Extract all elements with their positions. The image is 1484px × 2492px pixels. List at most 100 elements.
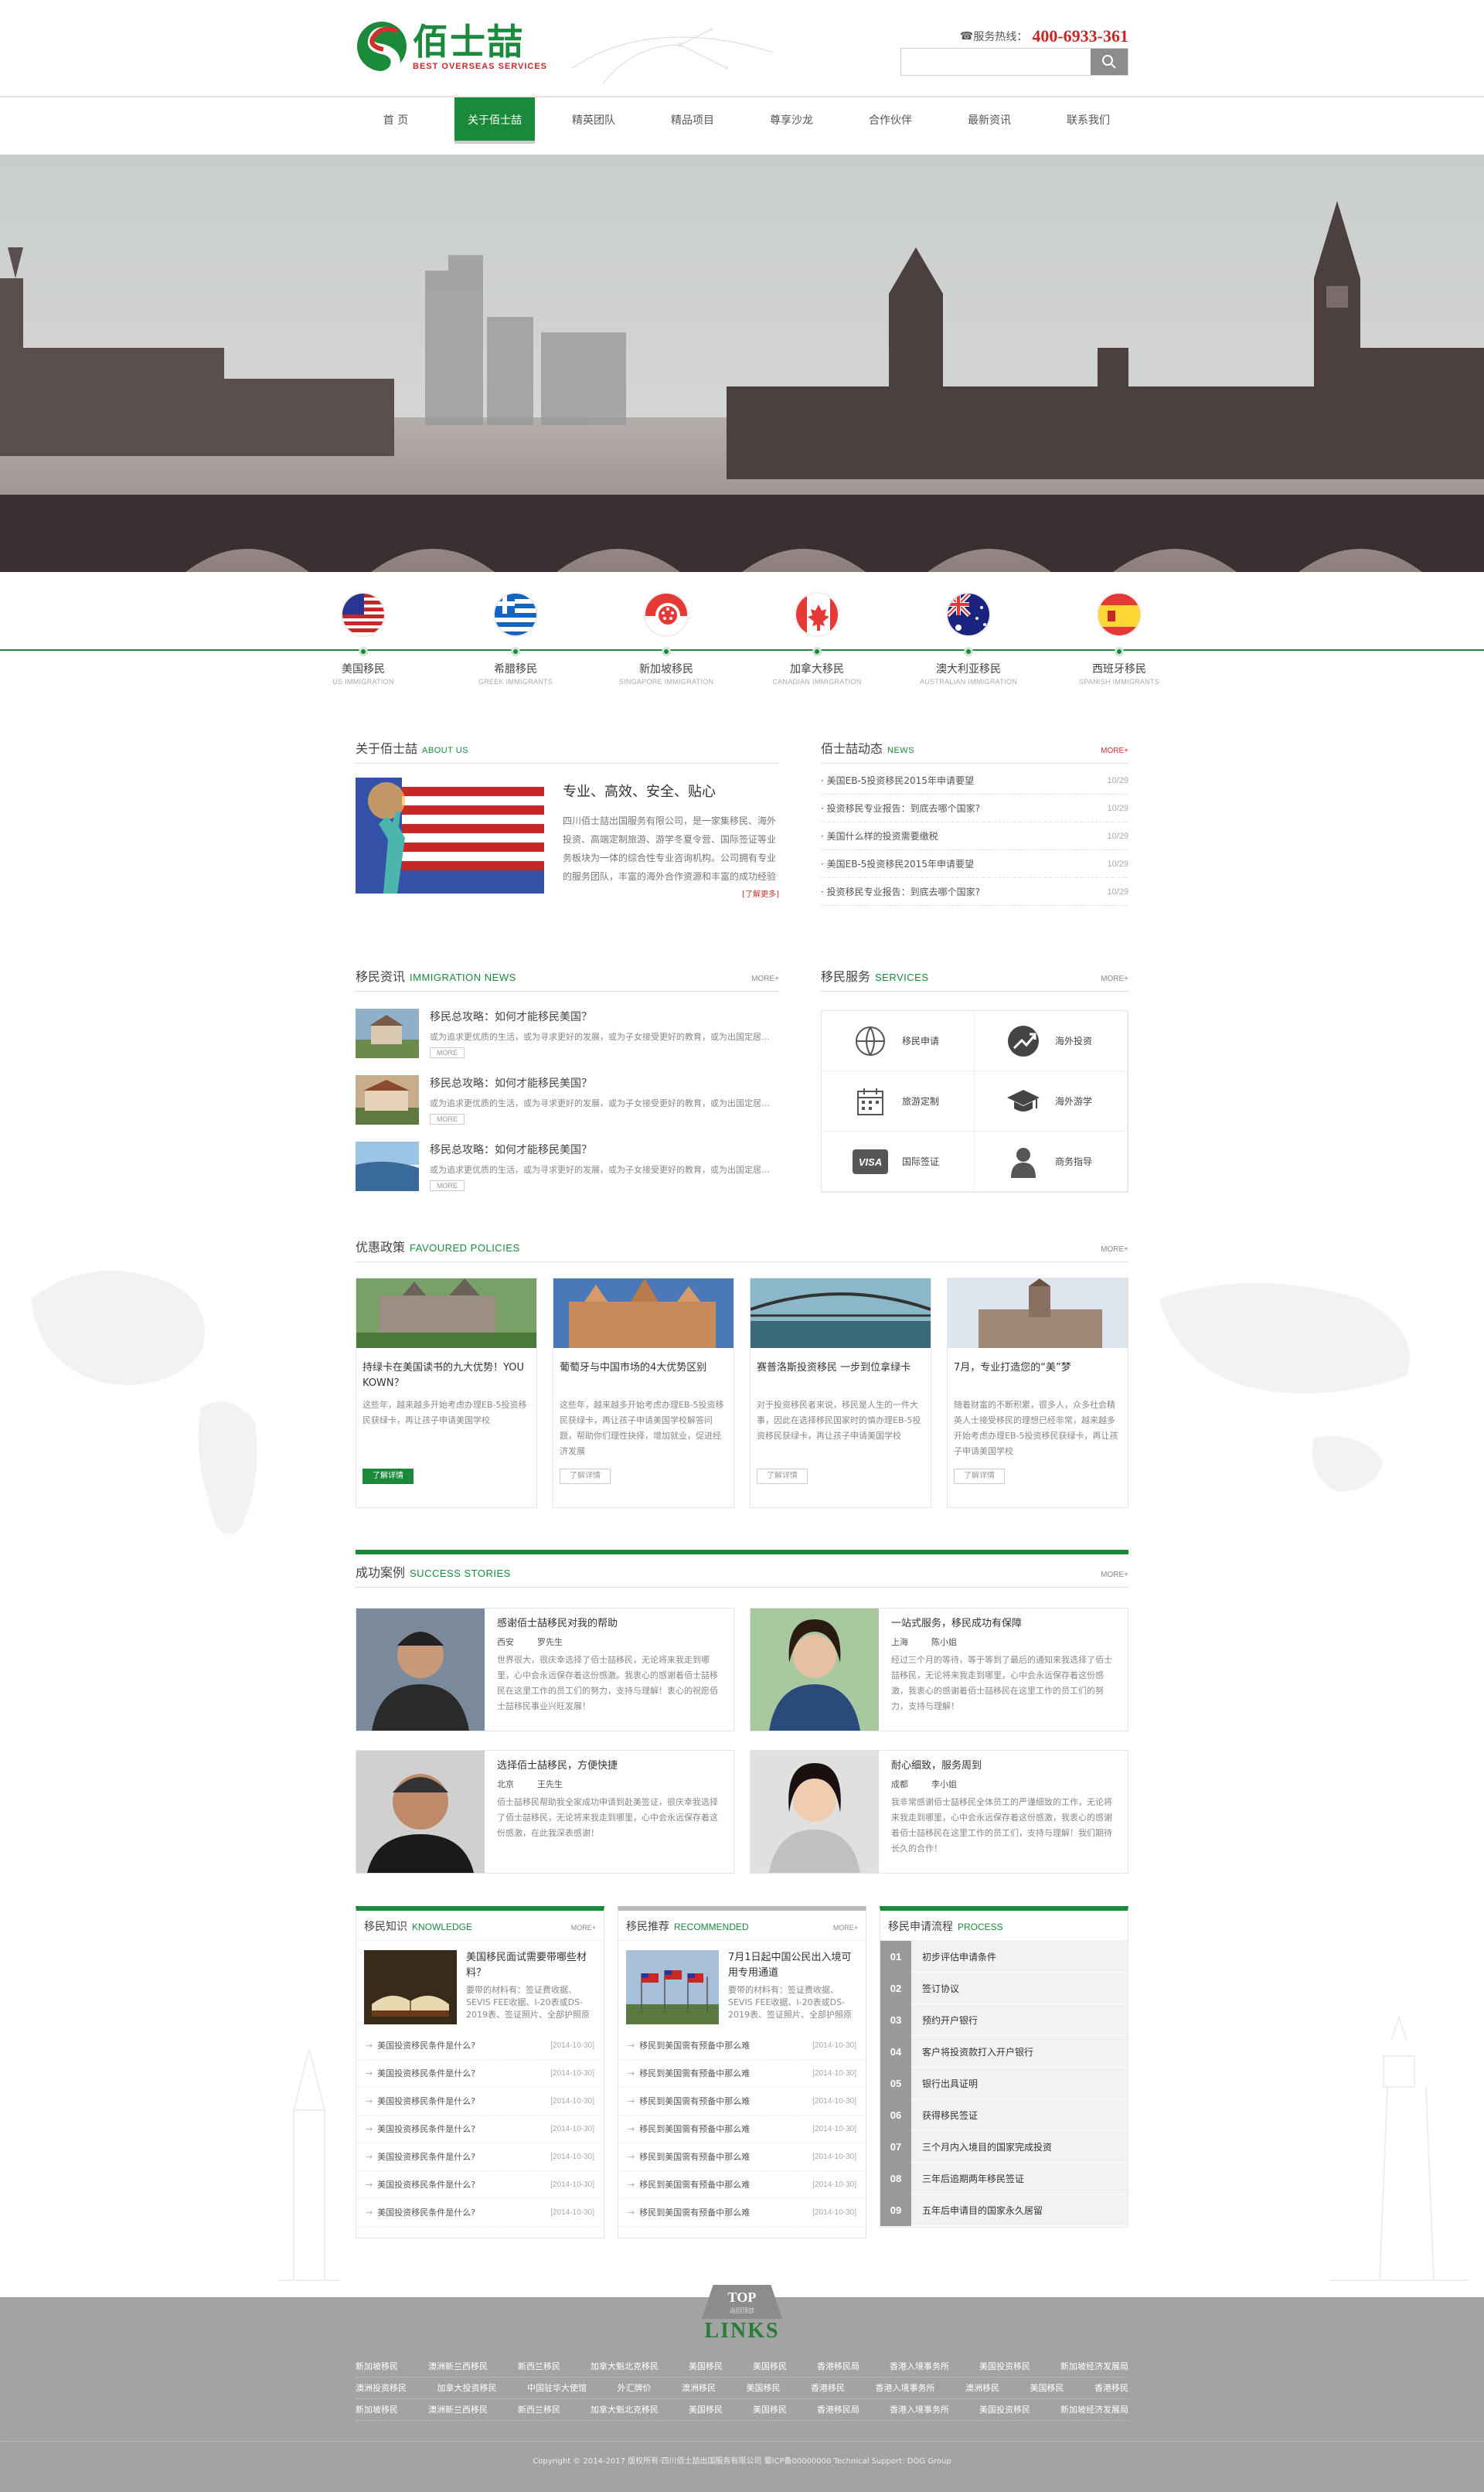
footer-link[interactable]: 美国投资移民 bbox=[979, 2399, 1030, 2420]
list-item[interactable]: → 美国投资移民条件是什么? [2014-10-30] bbox=[356, 2199, 604, 2227]
about-more-link[interactable]: [了解更多] bbox=[563, 887, 779, 899]
footer-link[interactable]: 美国移民 bbox=[747, 2378, 781, 2398]
country-spain[interactable]: 西班牙移民 SPANISH IMMIGRANTS bbox=[1065, 592, 1173, 686]
nav-salon[interactable]: 尊享沙龙 bbox=[751, 97, 832, 144]
footer-link[interactable]: 新加坡经济发展局 bbox=[1060, 2356, 1128, 2377]
list-item[interactable]: → 美国投资移民条件是什么? [2014-10-30] bbox=[356, 2171, 604, 2199]
nav-projects[interactable]: 精品项目 bbox=[652, 97, 733, 144]
nav-home[interactable]: 首 页 bbox=[356, 97, 436, 144]
footer-link[interactable]: 美国移民 bbox=[689, 2356, 723, 2377]
footer-link[interactable]: 美国移民 bbox=[1030, 2378, 1064, 2398]
nav-news[interactable]: 最新资讯 bbox=[949, 97, 1030, 144]
nav-contact[interactable]: 联系我们 bbox=[1048, 97, 1128, 144]
policy-card[interactable]: 7月，专业打造您的“美”梦 随着财富的不断积累，很多人，众多社会精英人士接受移民… bbox=[947, 1278, 1128, 1508]
country-us[interactable]: 美国移民 US IMMIGRATION bbox=[309, 592, 417, 686]
footer-link[interactable]: 新西兰移民 bbox=[518, 2399, 560, 2420]
list-item[interactable]: → 美国投资移民条件是什么? [2014-10-30] bbox=[356, 2060, 604, 2088]
services-more-link[interactable]: MORE+ bbox=[1101, 975, 1128, 983]
footer-link[interactable]: 香港移民 bbox=[811, 2378, 845, 2398]
search-button[interactable] bbox=[1091, 49, 1128, 75]
footer-link[interactable]: 澳洲移民 bbox=[965, 2378, 999, 2398]
footer-link[interactable]: 外汇牌价 bbox=[618, 2378, 652, 2398]
footer-link[interactable]: 美国移民 bbox=[689, 2399, 723, 2420]
news-item[interactable]: · 投资移民专业报告：到底去哪个国家? 10/29 bbox=[821, 795, 1128, 822]
hotline-number[interactable]: 400-6933-361 bbox=[1032, 26, 1128, 46]
policy-card[interactable]: 葡萄牙与中国市场的4大优势区别 这些年，越来越多开始考虑办理EB-5投资移民获绿… bbox=[553, 1278, 734, 1508]
footer-link[interactable]: 香港入境事务所 bbox=[876, 2378, 935, 2398]
footer-link[interactable]: 新加坡经济发展局 bbox=[1060, 2399, 1128, 2420]
success-card[interactable]: 感谢佰士喆移民对我的帮助 西安 罗先生 世界很大，很庆幸选择了佰士喆移民，无论将来… bbox=[356, 1608, 734, 1731]
policies-more-link[interactable]: MORE+ bbox=[1101, 1245, 1128, 1254]
news-item[interactable]: · 投资移民专业报告：到底去哪个国家? 10/29 bbox=[821, 878, 1128, 906]
learn-more-button[interactable]: 了解详情 bbox=[560, 1469, 611, 1484]
more-button[interactable]: MORE bbox=[430, 1114, 465, 1125]
service-investment[interactable]: 海外投资 bbox=[975, 1011, 1128, 1071]
search-input[interactable] bbox=[901, 49, 1091, 75]
list-item[interactable]: → 移民到美国需有预备中那么难 [2014-10-30] bbox=[618, 2088, 866, 2116]
footer-link[interactable]: 香港移民局 bbox=[817, 2399, 859, 2420]
footer-link[interactable]: 加拿大魁北克移民 bbox=[591, 2399, 659, 2420]
service-business[interactable]: 商务指导 bbox=[975, 1132, 1128, 1192]
list-item[interactable]: 移民总攻略：如何才能移民美国？ 或为追求更优质的生活，或为寻求更好的发展，或为子… bbox=[356, 1009, 779, 1058]
nav-team[interactable]: 精英团队 bbox=[553, 97, 634, 144]
news-item[interactable]: · 美国EB-5投资移民2015年申请要望 10/29 bbox=[821, 850, 1128, 878]
news-item[interactable]: · 美国EB-5投资移民2015年申请要望 10/29 bbox=[821, 767, 1128, 795]
list-item[interactable]: 移民总攻略：如何才能移民美国？ 或为追求更优质的生活，或为寻求更好的发展，或为子… bbox=[356, 1075, 779, 1125]
learn-more-button[interactable]: 了解详情 bbox=[362, 1469, 414, 1484]
footer-link[interactable]: 加拿大投资移民 bbox=[437, 2378, 497, 2398]
footer-link[interactable]: 香港移民局 bbox=[817, 2356, 859, 2377]
footer-link[interactable]: 中国驻华大使馆 bbox=[527, 2378, 587, 2398]
footer-link[interactable]: 美国移民 bbox=[753, 2399, 787, 2420]
nav-partners[interactable]: 合作伙伴 bbox=[850, 97, 931, 144]
list-item[interactable]: → 美国投资移民条件是什么? [2014-10-30] bbox=[356, 2116, 604, 2143]
service-immigration[interactable]: 移民申请 bbox=[822, 1011, 975, 1071]
service-study[interactable]: 海外游学 bbox=[975, 1071, 1128, 1132]
footer-link[interactable]: 新加坡移民 bbox=[356, 2399, 398, 2420]
country-greece[interactable]: 希腊移民 GREEK IMMIGRANTS bbox=[461, 592, 570, 686]
immnews-more-link[interactable]: MORE+ bbox=[751, 975, 779, 983]
list-item[interactable]: → 移民到美国需有预备中那么难 [2014-10-30] bbox=[618, 2143, 866, 2171]
success-card[interactable]: 一站式服务，移民成功有保障 上海 陈小姐 经过三个月的等待，等于等到了最后的通知来… bbox=[750, 1608, 1128, 1731]
knowledge-feature[interactable]: 美国移民面试需要带哪些材料？ 要带的材料有：签证费收据、SEVIS FEE收据、… bbox=[356, 1941, 604, 2032]
knowledge-more-link[interactable]: MORE+ bbox=[571, 1924, 596, 1932]
policy-card[interactable]: 赛普洛斯投资移民 一步到位拿绿卡 对于投资移民者来说，移民是人生的一件大事，因此… bbox=[750, 1278, 931, 1508]
footer-link[interactable]: 香港入境事务所 bbox=[890, 2356, 949, 2377]
footer-link[interactable]: 新加坡移民 bbox=[356, 2356, 398, 2377]
footer-link[interactable]: 加拿大魁北克移民 bbox=[591, 2356, 659, 2377]
country-singapore[interactable]: 新加坡移民 SINGAPORE IMMIGRATION bbox=[612, 592, 720, 686]
list-item[interactable]: → 移民到美国需有预备中那么难 [2014-10-30] bbox=[618, 2116, 866, 2143]
learn-more-button[interactable]: 了解详情 bbox=[757, 1469, 808, 1484]
list-item[interactable]: → 移民到美国需有预备中那么难 [2014-10-30] bbox=[618, 2060, 866, 2088]
success-card[interactable]: 选择佰士喆移民，方便快捷 北京 王先生 佰士喆移民帮助我全家成功申请到赴美签证，很… bbox=[356, 1750, 734, 1874]
list-item[interactable]: 移民总攻略：如何才能移民美国？ 或为追求更优质的生活，或为寻求更好的发展，或为子… bbox=[356, 1142, 779, 1191]
country-canada[interactable]: 加拿大移民 CANADIAN IMMIGRATION bbox=[763, 592, 871, 686]
policy-card[interactable]: 持绿卡在美国读书的九大优势！YOU KOWN？ 这些年，越来越多开始考虑办理EB… bbox=[356, 1278, 537, 1508]
success-more-link[interactable]: MORE+ bbox=[1101, 1571, 1128, 1579]
footer-link[interactable]: 香港移民 bbox=[1094, 2378, 1128, 2398]
list-item[interactable]: → 美国投资移民条件是什么? [2014-10-30] bbox=[356, 2032, 604, 2060]
news-item[interactable]: · 美国什么样的投资需要缴税 10/29 bbox=[821, 822, 1128, 850]
recommended-more-link[interactable]: MORE+ bbox=[833, 1924, 858, 1932]
footer-link[interactable]: 美国移民 bbox=[753, 2356, 787, 2377]
learn-more-button[interactable]: 了解详情 bbox=[954, 1469, 1005, 1484]
footer-link[interactable]: 澳洲移民 bbox=[682, 2378, 716, 2398]
footer-link[interactable]: 香港入境事务所 bbox=[890, 2399, 949, 2420]
footer-link[interactable]: 新西兰移民 bbox=[518, 2356, 560, 2377]
service-visa[interactable]: VISA 国际签证 bbox=[822, 1132, 975, 1192]
nav-about[interactable]: 关于佰士喆 bbox=[454, 97, 535, 144]
footer-link[interactable]: 澳洲新兰西移民 bbox=[428, 2399, 488, 2420]
list-item[interactable]: → 美国投资移民条件是什么? [2014-10-30] bbox=[356, 2143, 604, 2171]
success-card[interactable]: 耐心细致，服务周到 成都 李小姐 我非常感谢佰士喆移民全体员工的严谨细致的工作，无… bbox=[750, 1750, 1128, 1874]
news-more-link[interactable]: MORE+ bbox=[1101, 747, 1128, 755]
logo[interactable]: 佰士喆 BEST OVERSEAS SERVICES bbox=[356, 17, 547, 76]
more-button[interactable]: MORE bbox=[430, 1180, 465, 1191]
list-item[interactable]: → 移民到美国需有预备中那么难 [2014-10-30] bbox=[618, 2199, 866, 2227]
back-to-top-button[interactable]: TOP 返回顶部 bbox=[702, 2285, 782, 2319]
footer-link[interactable]: 美国投资移民 bbox=[979, 2356, 1030, 2377]
footer-link[interactable]: 澳洲投资移民 bbox=[356, 2378, 407, 2398]
country-australia[interactable]: 澳大利亚移民 AUSTRALIAN IMMIGRATION bbox=[914, 592, 1023, 686]
list-item[interactable]: → 移民到美国需有预备中那么难 [2014-10-30] bbox=[618, 2032, 866, 2060]
list-item[interactable]: → 美国投资移民条件是什么? [2014-10-30] bbox=[356, 2088, 604, 2116]
service-travel[interactable]: 旅游定制 bbox=[822, 1071, 975, 1132]
list-item[interactable]: → 移民到美国需有预备中那么难 [2014-10-30] bbox=[618, 2171, 866, 2199]
